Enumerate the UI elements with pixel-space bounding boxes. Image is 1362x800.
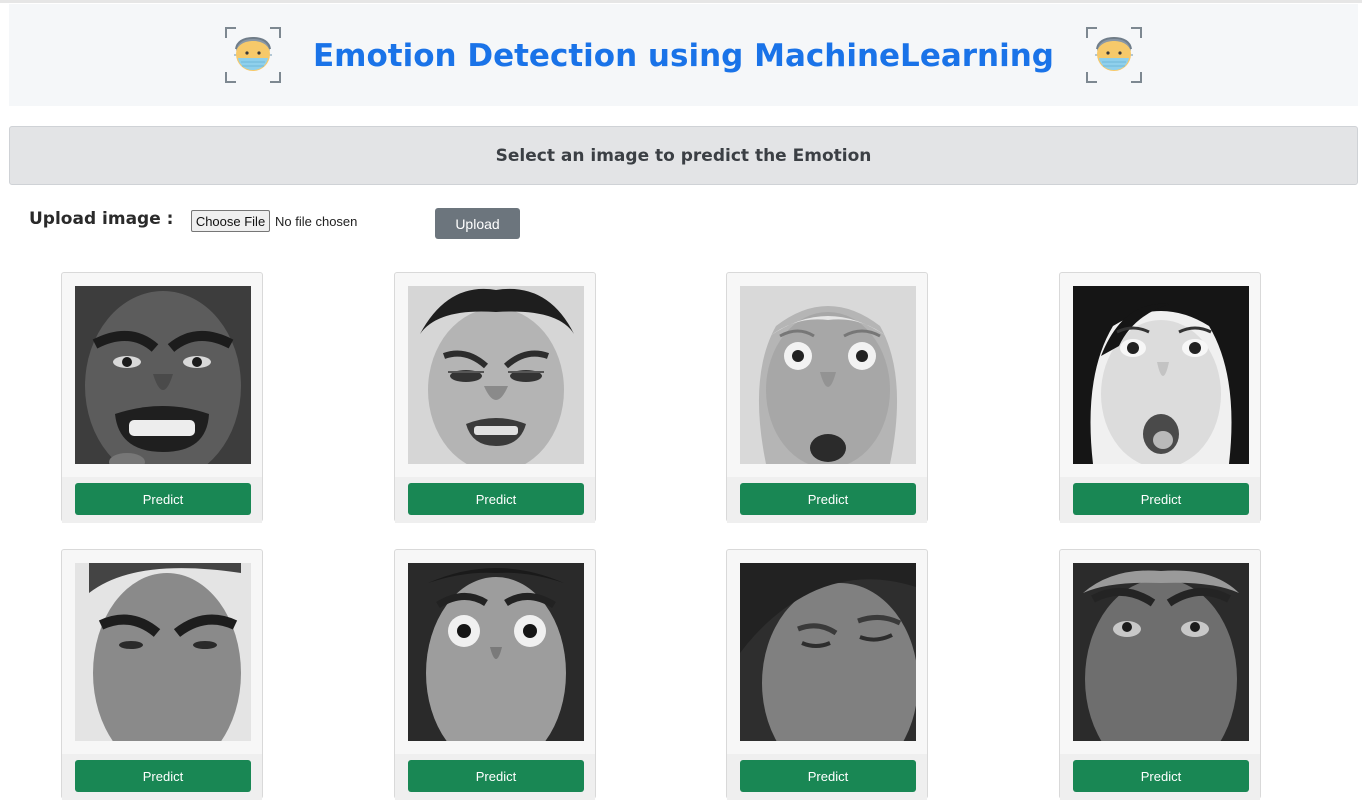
image-card: Predict [726,272,928,523]
image-card: Predict [726,549,928,800]
predict-button[interactable]: Predict [740,483,916,515]
app-header: Emotion Detection using MachineLearning [9,4,1358,106]
face-mask-scan-icon [1086,27,1143,83]
predict-button[interactable]: Predict [408,483,584,515]
disgusted-man-face-photo[interactable] [408,286,584,464]
surprised-woman-face-photo[interactable] [1073,286,1249,464]
predict-button[interactable]: Predict [740,760,916,792]
fearful-man-face-photo[interactable] [408,563,584,741]
image-card: Predict [61,549,263,800]
predict-button[interactable]: Predict [75,760,251,792]
angry-man-face-photo[interactable] [75,563,251,741]
image-card: Predict [394,549,596,800]
file-status-text: No file chosen [275,214,358,229]
upload-button[interactable]: Upload [435,208,520,239]
angry-man-face-photo[interactable] [75,286,251,464]
choose-file-button[interactable]: Choose File [191,210,270,232]
image-card: Predict [1059,549,1261,800]
image-card: Predict [61,272,263,523]
upload-label: Upload image : [29,209,174,229]
page-top-border [0,0,1362,3]
sad-woman-face-photo[interactable] [740,563,916,741]
surprised-woman-face-photo[interactable] [740,286,916,464]
instruction-banner: Select an image to predict the Emotion [9,126,1358,185]
app-title: Emotion Detection using MachineLearning [312,38,1055,74]
image-card: Predict [394,272,596,523]
fearful-man-face-photo[interactable] [1073,563,1249,741]
predict-button[interactable]: Predict [1073,483,1249,515]
predict-button[interactable]: Predict [1073,760,1249,792]
predict-button[interactable]: Predict [75,483,251,515]
banner-text: Select an image to predict the Emotion [495,145,872,166]
image-card: Predict [1059,272,1261,523]
face-mask-scan-icon [224,27,281,83]
predict-button[interactable]: Predict [408,760,584,792]
